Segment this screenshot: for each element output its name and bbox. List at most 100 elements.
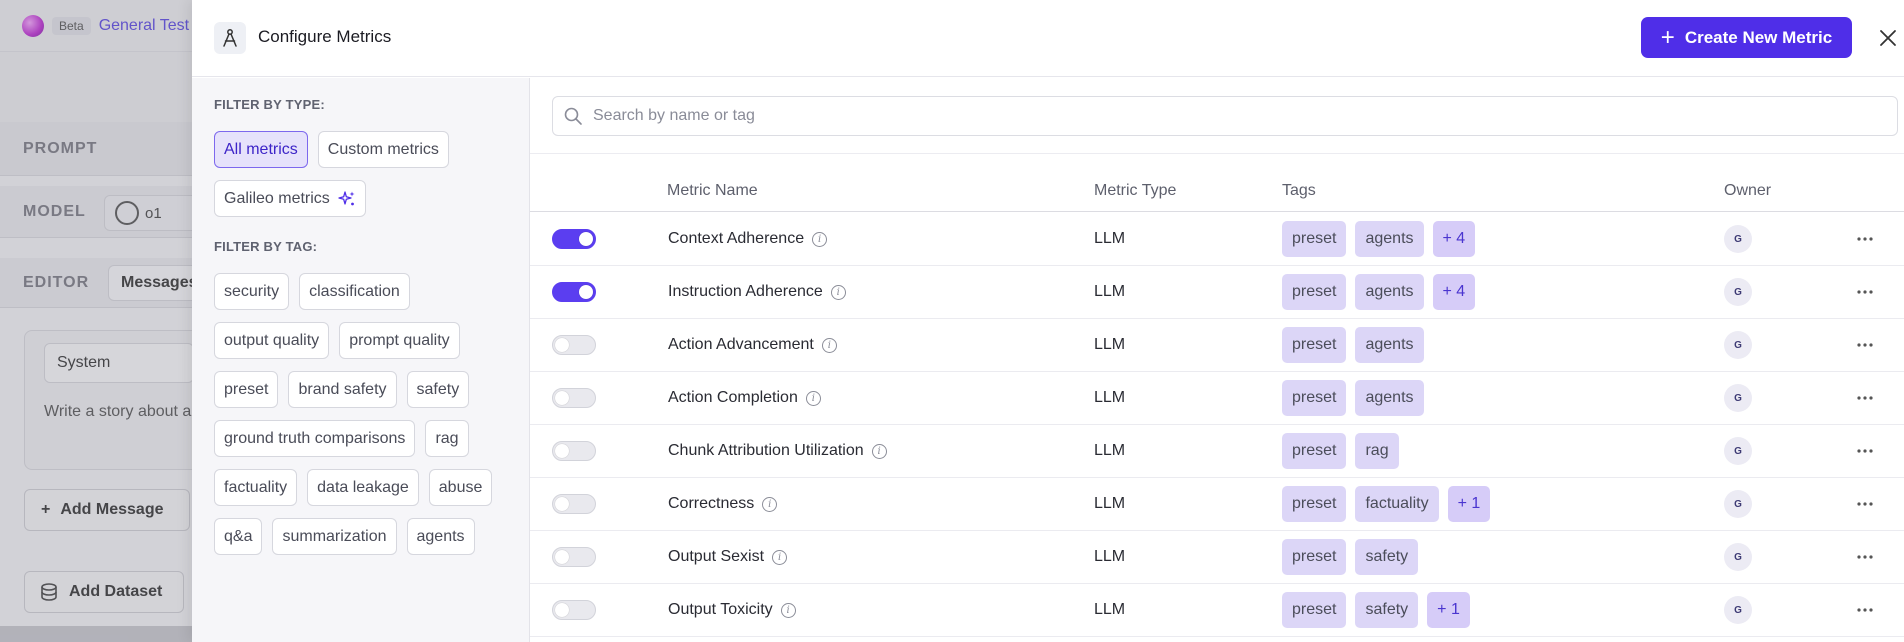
tag-chip[interactable]: data leakage bbox=[307, 469, 419, 506]
plus-icon: + bbox=[1660, 23, 1675, 51]
tag-chip[interactable]: brand safety bbox=[288, 371, 397, 408]
metric-toggle[interactable] bbox=[552, 494, 596, 514]
filter-by-type-heading: FILTER BY TYPE: bbox=[214, 97, 325, 112]
table-row[interactable]: Output Toxicity i LLM preset safety + 1 G bbox=[530, 584, 1904, 637]
configure-metrics-modal: Configure Metrics + Create New Metric FI… bbox=[192, 0, 1904, 642]
search-bar[interactable] bbox=[552, 96, 1898, 136]
close-icon[interactable] bbox=[1874, 24, 1902, 52]
more-horizontal-icon[interactable] bbox=[1850, 213, 1880, 265]
modal-overlay[interactable] bbox=[0, 0, 200, 642]
avatar: G bbox=[1724, 490, 1752, 518]
metric-name-cell: Chunk Attribution Utilization i bbox=[668, 425, 887, 477]
metric-name: Action Advancement bbox=[668, 336, 814, 353]
metric-toggle[interactable] bbox=[552, 229, 596, 249]
column-header-owner[interactable]: Owner bbox=[1724, 182, 1771, 200]
more-horizontal-icon[interactable] bbox=[1850, 584, 1880, 636]
more-horizontal-icon[interactable] bbox=[1850, 266, 1880, 318]
metric-type: LLM bbox=[1094, 336, 1126, 353]
tag-chip[interactable]: output quality bbox=[214, 322, 330, 359]
tag-chip[interactable]: safety bbox=[406, 371, 470, 408]
more-tags-badge[interactable]: + 1 bbox=[1427, 592, 1470, 628]
tag-chip[interactable]: abuse bbox=[428, 469, 493, 506]
divider bbox=[530, 153, 1904, 154]
info-icon[interactable]: i bbox=[780, 602, 796, 618]
metric-name-cell: Output Toxicity i bbox=[668, 584, 796, 636]
table-row[interactable]: Action Completion i LLM preset agents G bbox=[530, 372, 1904, 425]
metrics-table-body: Context Adherence i LLM preset agents + 4 G Ins… bbox=[530, 213, 1904, 637]
info-icon[interactable]: i bbox=[830, 284, 846, 300]
metric-type: LLM bbox=[1094, 601, 1126, 618]
metric-name-cell: Correctness i bbox=[668, 478, 778, 530]
more-horizontal-icon[interactable] bbox=[1850, 425, 1880, 477]
type-chip-all-metrics[interactable]: All metrics bbox=[214, 131, 308, 168]
metric-toggle[interactable] bbox=[552, 441, 596, 461]
more-tags-badge[interactable]: + 4 bbox=[1432, 221, 1476, 257]
metric-name: Correctness bbox=[668, 495, 755, 512]
info-icon[interactable]: i bbox=[762, 496, 778, 512]
tag-chip[interactable]: prompt quality bbox=[339, 322, 460, 359]
table-header: Metric Name Metric Type Tags Owner bbox=[530, 174, 1904, 212]
metrics-panel: Metric Name Metric Type Tags Owner Conte… bbox=[530, 78, 1904, 642]
more-horizontal-icon[interactable] bbox=[1850, 531, 1880, 583]
tag-badge: agents bbox=[1355, 274, 1424, 310]
owner-cell: G bbox=[1724, 584, 1752, 636]
tag-badge: agents bbox=[1355, 221, 1424, 257]
tag-chip[interactable]: summarization bbox=[272, 518, 397, 555]
metric-name-cell: Action Advancement i bbox=[668, 319, 837, 371]
metric-toggle[interactable] bbox=[552, 388, 596, 408]
metric-toggle[interactable] bbox=[552, 547, 596, 567]
metric-name: Output Sexist bbox=[668, 548, 765, 565]
tag-chip[interactable]: rag bbox=[425, 420, 469, 457]
metric-tags: preset safety + 1 bbox=[1282, 584, 1470, 636]
table-row[interactable]: Instruction Adherence i LLM preset agents + 4… bbox=[530, 266, 1904, 319]
metric-name: Action Completion bbox=[668, 389, 798, 406]
table-row[interactable]: Chunk Attribution Utilization i LLM preset r… bbox=[530, 425, 1904, 478]
create-new-metric-button[interactable]: + Create New Metric bbox=[1641, 17, 1852, 58]
metric-type: LLM bbox=[1094, 230, 1126, 247]
metric-toggle[interactable] bbox=[552, 282, 596, 302]
info-icon[interactable]: i bbox=[871, 443, 887, 459]
metric-toggle[interactable] bbox=[552, 600, 596, 620]
tag-chip[interactable]: agents bbox=[406, 518, 475, 555]
avatar: G bbox=[1724, 225, 1752, 253]
table-row[interactable]: Action Advancement i LLM preset agents G bbox=[530, 319, 1904, 372]
info-icon[interactable]: i bbox=[821, 337, 837, 353]
type-chip-custom-metrics[interactable]: Custom metrics bbox=[317, 131, 449, 168]
tag-chip[interactable]: preset bbox=[214, 371, 279, 408]
tag-chip[interactable]: q&a bbox=[214, 518, 263, 555]
tag-chip[interactable]: ground truth comparisons bbox=[214, 420, 416, 457]
tag-badge: agents bbox=[1355, 327, 1424, 363]
metric-name: Instruction Adherence bbox=[668, 283, 823, 300]
column-header-tags[interactable]: Tags bbox=[1282, 182, 1316, 200]
tag-badge: safety bbox=[1355, 592, 1419, 628]
info-icon[interactable]: i bbox=[812, 231, 828, 247]
tag-chip[interactable]: security bbox=[214, 273, 290, 310]
metric-name-cell: Instruction Adherence i bbox=[668, 266, 846, 318]
metric-name-cell: Action Completion i bbox=[668, 372, 821, 424]
more-horizontal-icon[interactable] bbox=[1850, 478, 1880, 530]
column-header-metric-name[interactable]: Metric Name bbox=[667, 182, 758, 200]
filter-by-tag-heading: FILTER BY TAG: bbox=[214, 239, 318, 254]
search-input[interactable] bbox=[593, 107, 1873, 125]
table-row[interactable]: Correctness i LLM preset factuality + 1 G bbox=[530, 478, 1904, 531]
search-icon bbox=[564, 107, 582, 125]
tag-chip[interactable]: factuality bbox=[214, 469, 298, 506]
metric-toggle[interactable] bbox=[552, 335, 596, 355]
more-tags-badge[interactable]: + 4 bbox=[1432, 274, 1476, 310]
modal-title: Configure Metrics bbox=[258, 27, 392, 46]
avatar: G bbox=[1724, 437, 1752, 465]
more-horizontal-icon[interactable] bbox=[1850, 319, 1880, 371]
tag-badge: preset bbox=[1282, 592, 1347, 628]
info-icon[interactable]: i bbox=[772, 549, 788, 565]
avatar: G bbox=[1724, 278, 1752, 306]
tag-chip[interactable]: classification bbox=[299, 273, 410, 310]
metric-type: LLM bbox=[1094, 283, 1126, 300]
table-row[interactable]: Output Sexist i LLM preset safety G bbox=[530, 531, 1904, 584]
type-chip-galileo-metrics[interactable]: Galileo metrics bbox=[214, 180, 366, 217]
more-tags-badge[interactable]: + 1 bbox=[1447, 486, 1491, 522]
table-row[interactable]: Context Adherence i LLM preset agents + 4 G bbox=[530, 213, 1904, 266]
info-icon[interactable]: i bbox=[805, 390, 821, 406]
column-header-metric-type[interactable]: Metric Type bbox=[1094, 182, 1176, 200]
modal-header: Configure Metrics + Create New Metric bbox=[192, 0, 1904, 77]
more-horizontal-icon[interactable] bbox=[1850, 372, 1880, 424]
